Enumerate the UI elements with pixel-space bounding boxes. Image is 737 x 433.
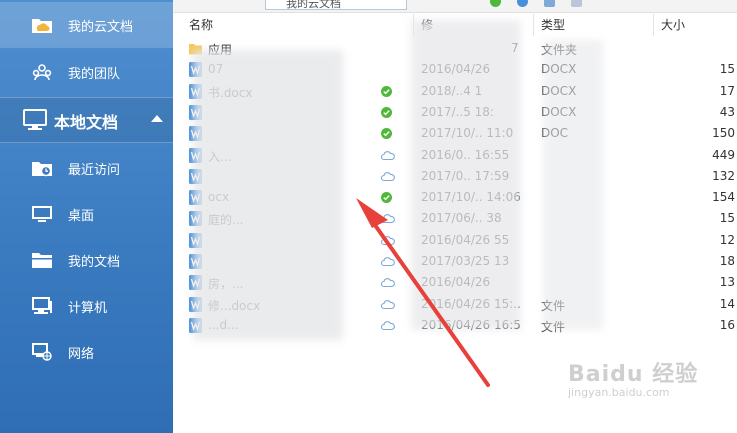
file-size: 17	[719, 83, 735, 98]
sidebar-item-desktop[interactable]: 桌面	[0, 191, 173, 237]
column-divider[interactable]	[653, 14, 654, 36]
file-size: 449	[712, 147, 735, 162]
privacy-blur	[411, 20, 521, 330]
sidebar-item-label: 网络	[68, 346, 95, 362]
cloud-icon	[380, 277, 395, 288]
toolbar: 我的云文档	[173, 0, 737, 13]
recent-clock-icon	[32, 162, 52, 177]
cloud-icon	[380, 320, 395, 331]
watermark-logo: Baidu 经验	[568, 362, 699, 387]
file-size: 13	[719, 275, 735, 290]
cloud-icon	[380, 150, 395, 161]
file-size: 12	[719, 232, 735, 247]
cloud-icon	[380, 299, 395, 310]
cloud-icon	[380, 213, 395, 224]
synced-check-icon	[381, 192, 392, 204]
sidebar: 我的云文档 我的团队 本地文档 最近访问 桌面 我的文档 计算机 网络	[0, 0, 173, 433]
cloud-icon	[380, 256, 395, 267]
file-size: 43	[719, 104, 735, 119]
sidebar-item-my-documents[interactable]: 我的文档	[0, 237, 173, 283]
column-name[interactable]: 名称	[189, 16, 213, 33]
view-icon[interactable]	[544, 0, 555, 7]
settings-icon[interactable]	[571, 0, 582, 7]
cloud-folder-icon	[32, 19, 52, 33]
file-size: 14	[719, 296, 735, 311]
sync-status-icon[interactable]	[490, 0, 501, 7]
synced-check-icon	[381, 128, 392, 140]
sidebar-item-label: 我的团队	[68, 66, 121, 82]
monitor-icon	[23, 109, 47, 130]
team-icon	[32, 64, 52, 81]
privacy-blur	[193, 50, 343, 340]
cloud-icon	[380, 235, 395, 246]
cloud-icon	[380, 171, 395, 182]
sidebar-item-computer[interactable]: 计算机	[0, 283, 173, 329]
file-size: 15	[719, 211, 735, 226]
collapse-arrow-icon[interactable]	[151, 115, 163, 122]
file-size: 154	[712, 190, 735, 205]
column-type[interactable]: 类型	[541, 16, 565, 33]
desktop-icon	[32, 206, 52, 222]
file-size: 15	[719, 62, 735, 77]
column-divider[interactable]	[533, 14, 534, 36]
sidebar-item-team[interactable]: 我的团队	[0, 49, 173, 95]
sidebar-item-label: 最近访问	[68, 162, 121, 178]
sidebar-section-label: 本地文档	[54, 113, 119, 132]
sidebar-item-network[interactable]: 网络	[0, 329, 173, 375]
network-icon	[32, 343, 52, 361]
synced-check-icon	[381, 85, 392, 97]
sidebar-item-label: 我的文档	[68, 254, 121, 270]
computer-icon	[32, 297, 52, 314]
sidebar-section-local-docs[interactable]: 本地文档	[0, 97, 173, 143]
documents-folder-icon	[32, 253, 52, 268]
sidebar-item-label: 桌面	[68, 208, 95, 224]
sidebar-item-cloud-docs[interactable]: 我的云文档	[0, 2, 173, 48]
file-size: 132	[712, 168, 735, 183]
watermark: Baidu 经验 jingyan.baidu.com	[568, 356, 698, 399]
refresh-icon[interactable]	[517, 0, 528, 7]
sidebar-item-recent[interactable]: 最近访问	[0, 145, 173, 191]
file-size: 150	[712, 126, 735, 141]
column-size[interactable]: 大小	[661, 16, 685, 33]
synced-check-icon	[381, 106, 392, 118]
address-path: 我的云文档	[286, 0, 341, 10]
file-size: 16	[719, 317, 735, 332]
file-size: 18	[719, 254, 735, 268]
privacy-blur	[543, 40, 603, 330]
sidebar-item-label: 我的云文档	[68, 19, 134, 35]
sidebar-item-label: 计算机	[68, 300, 108, 316]
